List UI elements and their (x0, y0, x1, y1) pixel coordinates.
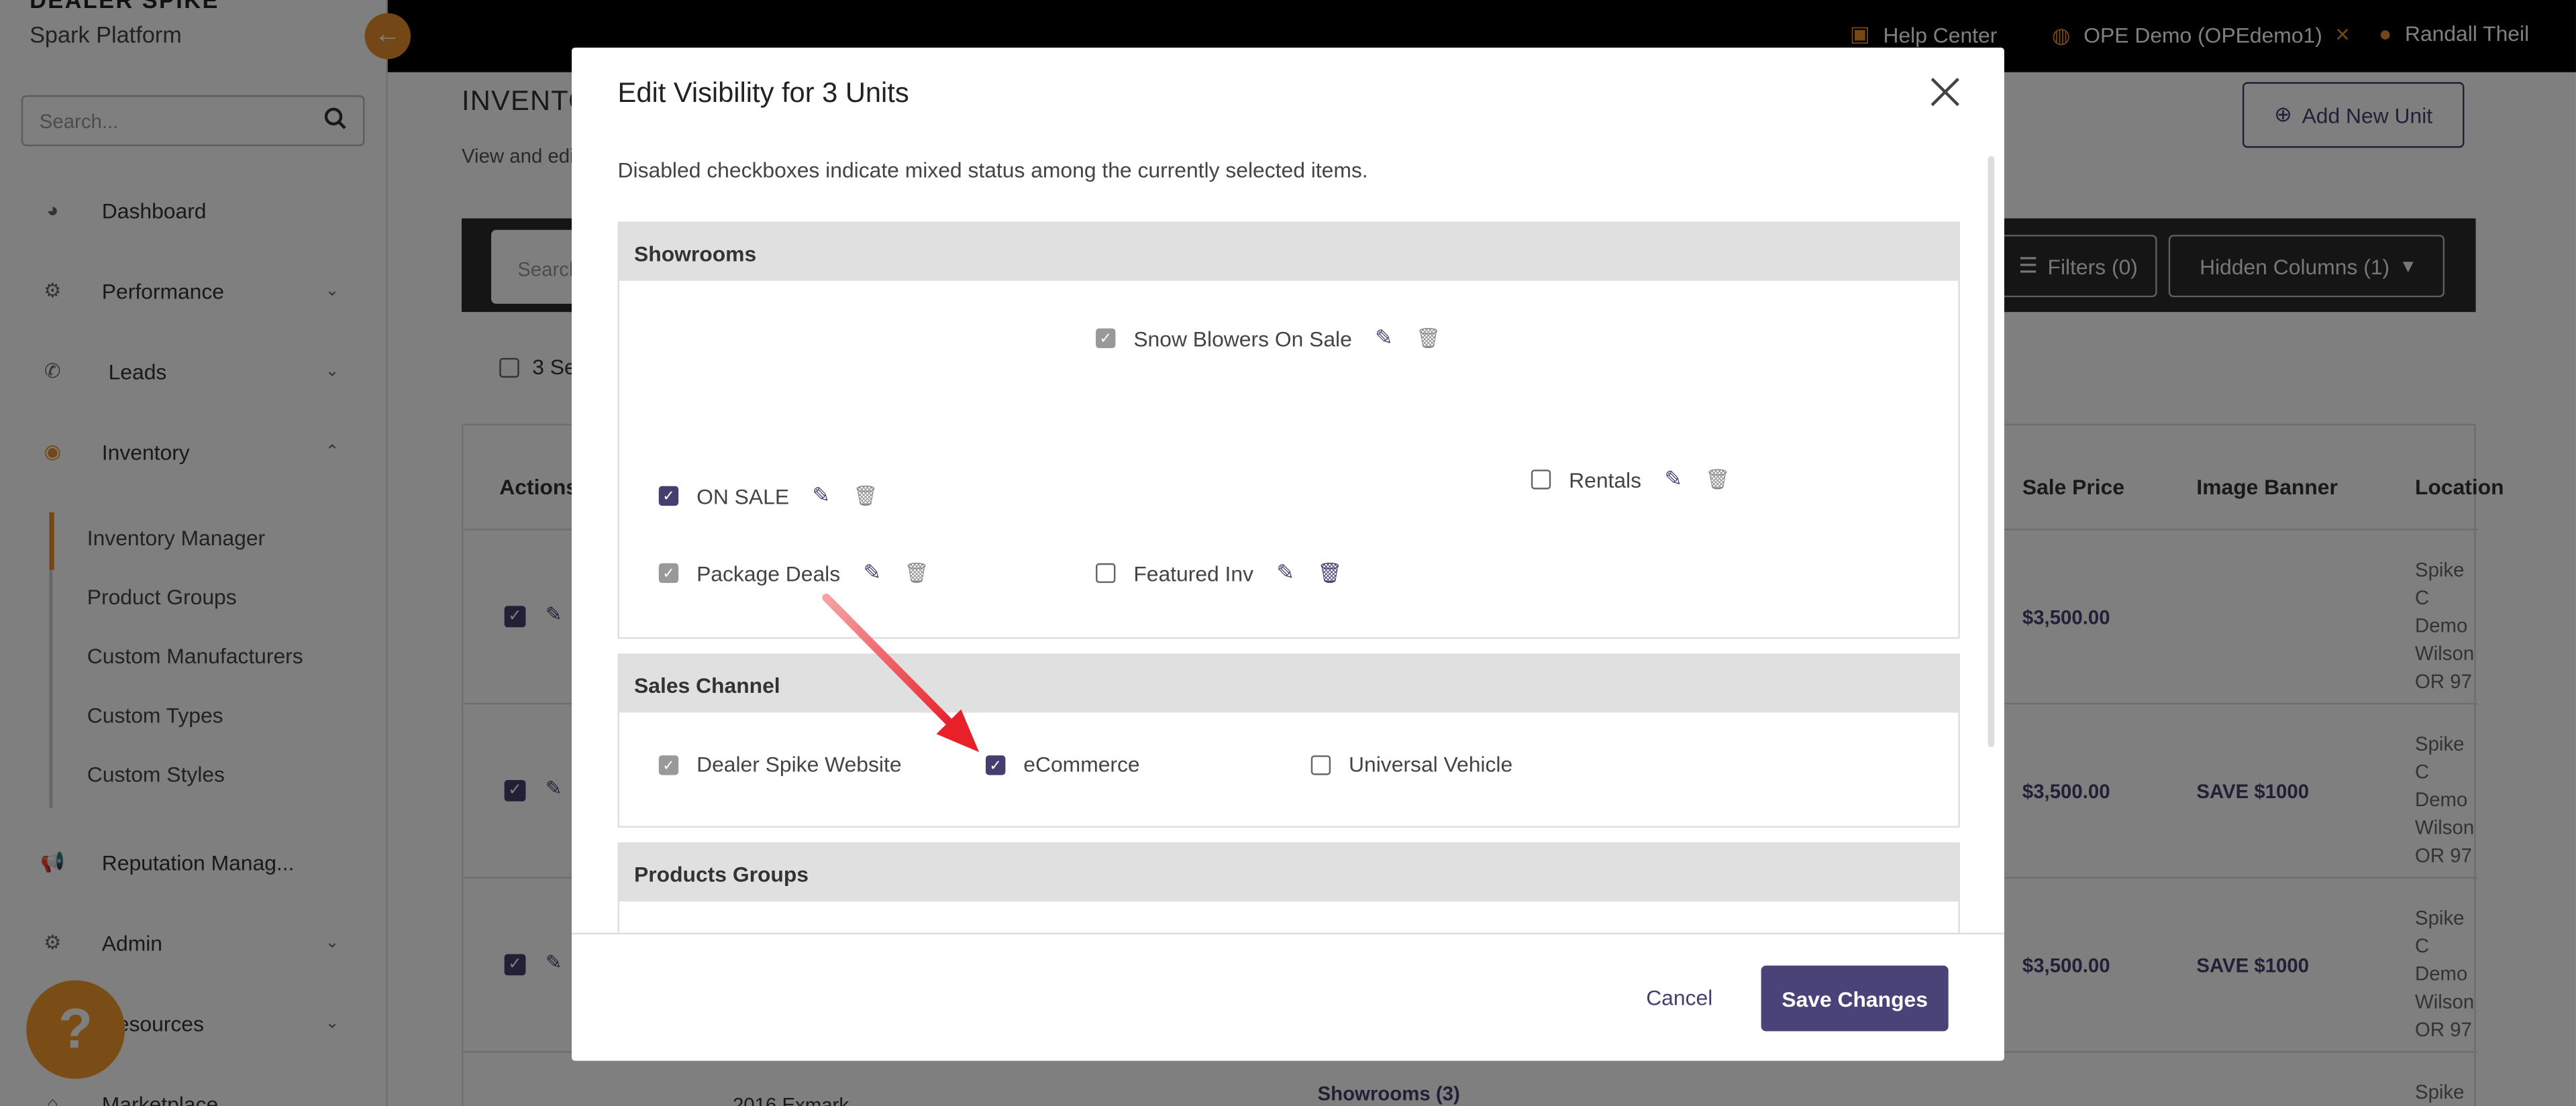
annotation-arrow (822, 594, 980, 753)
